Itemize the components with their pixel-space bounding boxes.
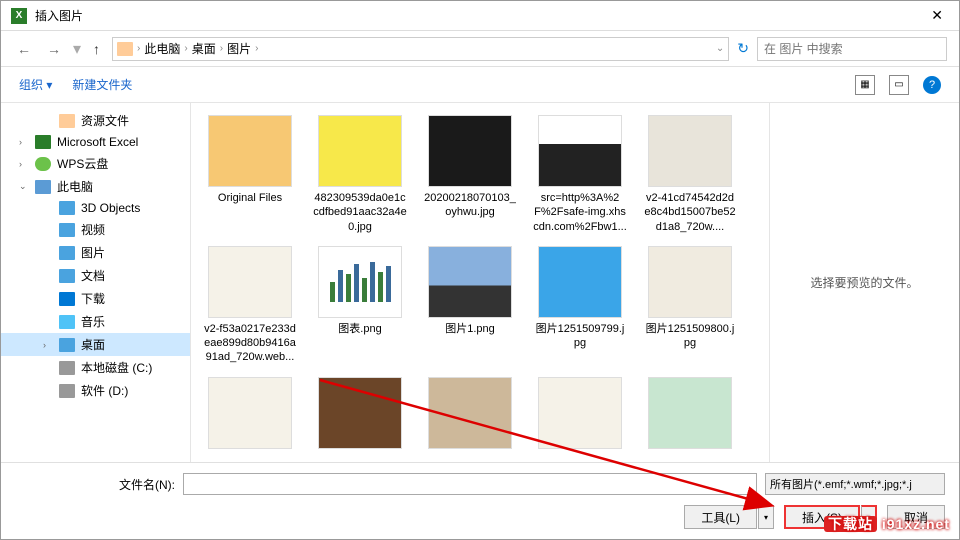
crumb-pc[interactable]: 此电脑 — [144, 40, 180, 57]
thumbnail — [648, 115, 732, 187]
chevron-right-icon: › — [220, 43, 223, 54]
tree-node[interactable]: 音乐 — [1, 310, 190, 333]
tree-node[interactable]: ›Microsoft Excel — [1, 132, 190, 152]
file-item[interactable]: v2-41cd74542d2de8c4bd15007be52d1a8_720w.… — [639, 111, 741, 238]
file-item[interactable] — [199, 373, 301, 457]
folder-tree: 资源文件›Microsoft Excel›WPS云盘⌄此电脑3D Objects… — [1, 103, 191, 462]
thumbnail — [318, 377, 402, 449]
file-name: Original Files — [218, 191, 282, 205]
crumb-desktop[interactable]: 桌面 — [192, 40, 216, 57]
tree-node[interactable]: 软件 (D:) — [1, 379, 190, 402]
thumbnail — [428, 246, 512, 318]
file-item[interactable] — [309, 373, 411, 457]
file-item[interactable]: v2-f53a0217e233deae899d80b9416a91ad_720w… — [199, 242, 301, 369]
file-name: 图片1.png — [445, 322, 495, 336]
file-name: 20200218070103_oyhwu.jpg — [423, 191, 517, 220]
tree-node[interactable]: 文档 — [1, 264, 190, 287]
nav-bar: ← → ▾ ↑ › 此电脑 › 桌面 › 图片 › ⌄ ↻ — [1, 31, 959, 67]
file-name: 482309539da0e1ccdfbed91aac32a4e0.jpg — [313, 191, 407, 234]
tree-node[interactable]: ›WPS云盘 — [1, 152, 190, 175]
tree-node[interactable]: ⌄此电脑 — [1, 175, 190, 198]
thumbnail — [428, 115, 512, 187]
filename-label: 文件名(N): — [15, 476, 175, 493]
toolbar: 组织 ▾ 新建文件夹 ▦ ▭ ? — [1, 67, 959, 103]
thumbnail — [538, 377, 622, 449]
file-item[interactable]: 482309539da0e1ccdfbed91aac32a4e0.jpg — [309, 111, 411, 238]
forward-button[interactable]: → — [43, 39, 65, 59]
file-name: v2-f53a0217e233deae899d80b9416a91ad_720w… — [203, 322, 297, 365]
tree-node[interactable]: 资源文件 — [1, 109, 190, 132]
file-item[interactable]: 图片1.png — [419, 242, 521, 369]
dialog-body: 资源文件›Microsoft Excel›WPS云盘⌄此电脑3D Objects… — [1, 103, 959, 462]
organize-button[interactable]: 组织 ▾ — [19, 76, 52, 93]
file-name: 图片1251509800.jpg — [643, 322, 737, 351]
chevron-right-icon: › — [184, 43, 187, 54]
file-item[interactable] — [419, 373, 521, 457]
watermark-badge: 下载站 — [824, 516, 877, 532]
refresh-button[interactable]: ↻ — [737, 40, 749, 57]
crumb-pictures[interactable]: 图片 — [227, 40, 251, 57]
thumbnail — [538, 115, 622, 187]
new-folder-button[interactable]: 新建文件夹 — [72, 76, 132, 93]
separator: ▾ — [73, 39, 81, 59]
dialog-footer: 文件名(N): 所有图片(*.emf;*.wmf;*.jpg;*.j 工具(L)… — [1, 462, 959, 539]
chevron-right-icon: › — [137, 43, 140, 54]
dialog-title: 插入图片 — [35, 7, 83, 24]
file-item[interactable] — [529, 373, 631, 457]
file-item[interactable]: Original Files — [199, 111, 301, 238]
tree-node[interactable]: 视频 — [1, 218, 190, 241]
file-name: 图片1251509799.jpg — [533, 322, 627, 351]
close-button[interactable]: ✕ — [925, 7, 949, 24]
watermark: 下载站 i91xz.net — [824, 514, 950, 534]
file-item[interactable]: 图片1251509799.jpg — [529, 242, 631, 369]
tree-node[interactable]: 3D Objects — [1, 198, 190, 218]
thumbnail — [428, 377, 512, 449]
title-bar: X 插入图片 ✕ — [1, 1, 959, 31]
breadcrumb[interactable]: › 此电脑 › 桌面 › 图片 › ⌄ — [112, 37, 729, 61]
dropdown-icon[interactable]: ⌄ — [716, 43, 724, 54]
search-input[interactable] — [757, 37, 947, 61]
file-item[interactable]: src=http%3A%2F%2Fsafe-img.xhscdn.com%2Fb… — [529, 111, 631, 238]
view-mode-button[interactable]: ▦ — [855, 75, 875, 95]
file-item[interactable]: 图表.png — [309, 242, 411, 369]
thumbnail — [318, 115, 402, 187]
preview-pane: 选择要预览的文件。 — [769, 103, 959, 462]
chevron-right-icon: › — [255, 43, 258, 54]
filetype-filter[interactable]: 所有图片(*.emf;*.wmf;*.jpg;*.j — [765, 473, 945, 495]
insert-picture-dialog: X 插入图片 ✕ ← → ▾ ↑ › 此电脑 › 桌面 › 图片 › ⌄ ↻ 组… — [0, 0, 960, 540]
back-button[interactable]: ← — [13, 39, 35, 59]
help-button[interactable]: ? — [923, 76, 941, 94]
file-name: 图表.png — [338, 322, 381, 336]
thumbnail — [648, 246, 732, 318]
tree-node[interactable]: 本地磁盘 (C:) — [1, 356, 190, 379]
tree-node[interactable]: 下载 — [1, 287, 190, 310]
thumbnail — [648, 377, 732, 449]
up-button[interactable]: ↑ — [89, 39, 104, 59]
thumbnail — [318, 246, 402, 318]
file-name: v2-41cd74542d2de8c4bd15007be52d1a8_720w.… — [643, 191, 737, 234]
file-item[interactable] — [639, 373, 741, 457]
thumbnail — [538, 246, 622, 318]
tools-button[interactable]: 工具(L) — [684, 505, 757, 529]
file-grid: Original Files 482309539da0e1ccdfbed91aac… — [191, 103, 769, 462]
tree-node[interactable]: 图片 — [1, 241, 190, 264]
file-name: src=http%3A%2F%2Fsafe-img.xhscdn.com%2Fb… — [533, 191, 627, 234]
folder-icon — [117, 42, 133, 56]
preview-pane-button[interactable]: ▭ — [889, 75, 909, 95]
tools-dropdown[interactable]: ▾ — [758, 505, 774, 529]
filename-input[interactable] — [183, 473, 757, 495]
app-icon: X — [11, 8, 27, 24]
tree-node[interactable]: ›桌面 — [1, 333, 190, 356]
thumbnail — [208, 246, 292, 318]
preview-text: 选择要预览的文件。 — [810, 274, 918, 291]
file-item[interactable]: 图片1251509800.jpg — [639, 242, 741, 369]
thumbnail — [208, 377, 292, 449]
file-item[interactable]: 20200218070103_oyhwu.jpg — [419, 111, 521, 238]
thumbnail — [208, 115, 292, 187]
